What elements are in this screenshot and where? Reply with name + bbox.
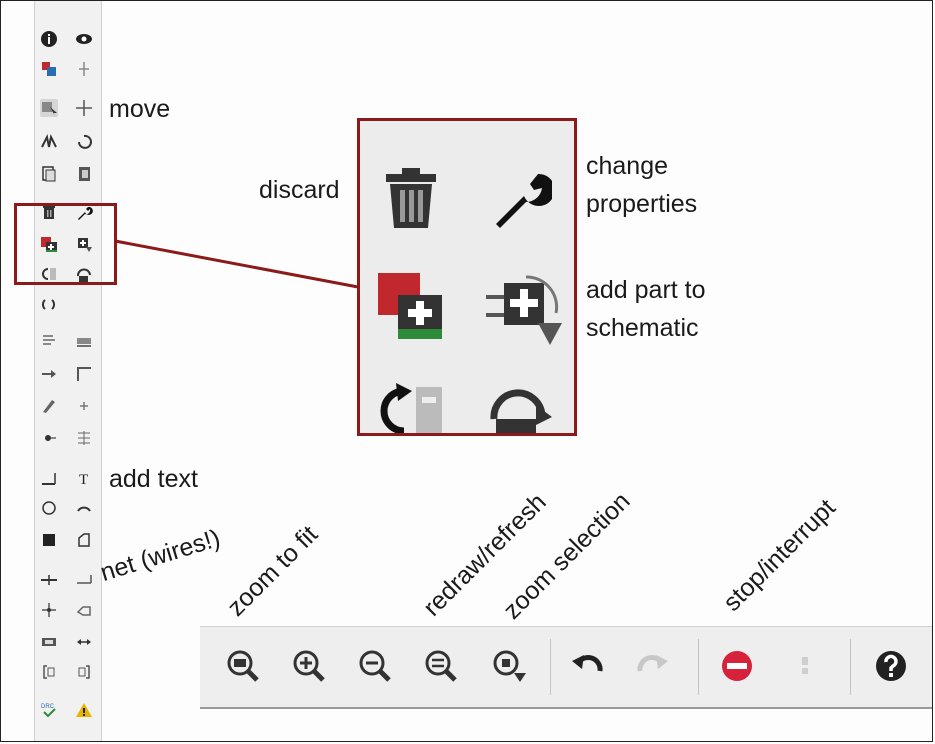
eye-icon[interactable] [75,30,93,48]
plus-small-icon[interactable] [75,397,93,415]
undo-icon[interactable] [570,649,604,683]
toolbar-row: T [35,467,101,489]
toolbar-row [35,363,101,385]
annotation-stop-interrupt: stop/interrupt [717,493,841,617]
refresh-left-icon [376,379,446,433]
copy-icon[interactable] [40,165,58,183]
zoom-refresh-icon[interactable] [424,649,458,683]
annotation-add-part-line1: add part to [586,276,706,304]
select-icon[interactable] [40,99,58,117]
label-icon[interactable] [75,601,93,619]
annotation-change-line2: properties [586,190,698,218]
add-part-icon [378,273,448,348]
paste-icon[interactable] [75,165,93,183]
annotation-zoom-to-fit: zoom to fit [221,520,324,622]
toolbar-row [35,58,101,80]
hatch-icon[interactable] [75,429,93,447]
toolbar-row [35,97,101,119]
redo-icon[interactable] [636,649,670,683]
annotation-change-properties: change properties [586,147,697,223]
net-icon[interactable] [40,569,58,587]
align-icon[interactable] [40,331,58,349]
wire-end-icon[interactable] [75,569,93,587]
zoomed-toolbar-inset [357,118,577,436]
drc-check-icon[interactable]: DRC [40,701,58,719]
zoom-selection-icon[interactable] [492,649,526,683]
bus-icon[interactable] [75,331,93,349]
disabled-icon [788,649,822,683]
arrow-right-icon[interactable] [40,365,58,383]
toolbar-row [35,427,101,449]
frame-icon[interactable] [40,633,58,651]
warning-icon[interactable] [75,701,93,719]
circle-icon[interactable] [40,499,58,517]
toolbar-row [35,163,101,185]
toolbar-row [35,661,101,683]
toolbar-row [35,567,101,589]
toolbar-row [35,131,101,153]
trash-icon [382,166,440,235]
symbol-add-icon[interactable] [40,60,58,78]
move-icon[interactable] [75,99,93,117]
probe-icon[interactable] [40,397,58,415]
toolbar-row [35,497,101,519]
toolbar-row [35,529,101,551]
svg-text:T: T [79,472,88,487]
arrows-h-icon[interactable] [75,633,93,651]
fill-rect-icon[interactable] [40,531,58,549]
polygon-icon[interactable] [75,531,93,549]
annotation-discard: discard [259,176,340,204]
annotation-change-line1: change [586,152,669,180]
toolbar-row [35,631,101,653]
refresh-part-icon [486,379,556,433]
bracket-left-icon[interactable] [40,663,58,681]
toolbar-row [35,599,101,621]
toolbar-separator [850,639,851,695]
cycle-icon[interactable] [40,295,58,313]
line-icon[interactable] [40,469,58,487]
bottom-toolbar [200,626,932,709]
mirror-icon[interactable] [40,133,58,151]
toolbar-row [35,28,101,50]
toolbar-row [35,329,101,351]
rotate-icon[interactable] [75,133,93,151]
arc-icon[interactable] [75,499,93,517]
screenshot-frame: T DRC move discard change properties add … [0,0,933,742]
add-part-schematic-icon [486,273,566,358]
angle-icon[interactable] [75,365,93,383]
toolbar-row [35,395,101,417]
pin-icon[interactable] [75,60,93,78]
bracket-right-icon[interactable] [75,663,93,681]
toolbar-separator [550,639,551,695]
svg-text:DRC: DRC [41,704,55,710]
annotation-add-part: add part to schematic [586,271,706,347]
annotation-add-text: add text [109,465,198,493]
zoom-fit-icon[interactable] [226,649,260,683]
connector-line [114,239,359,289]
zoom-in-icon[interactable] [292,649,326,683]
toolbar-separator [698,639,699,695]
info-icon[interactable] [40,30,58,48]
toolbar-row: DRC [35,699,101,721]
selection-highlight-box [14,203,117,285]
annotation-add-part-line2: schematic [586,314,699,342]
text-icon[interactable]: T [75,469,93,487]
wrench-icon [488,166,555,235]
stop-icon[interactable] [720,649,754,683]
left-vertical-toolbar: T DRC [34,1,102,741]
dot-icon[interactable] [40,429,58,447]
annotation-move: move [109,95,171,123]
junction-icon[interactable] [40,601,58,619]
help-icon[interactable] [874,649,908,683]
annotation-net: net (wires!) [97,524,224,587]
toolbar-row [35,293,101,315]
zoom-out-icon[interactable] [358,649,392,683]
